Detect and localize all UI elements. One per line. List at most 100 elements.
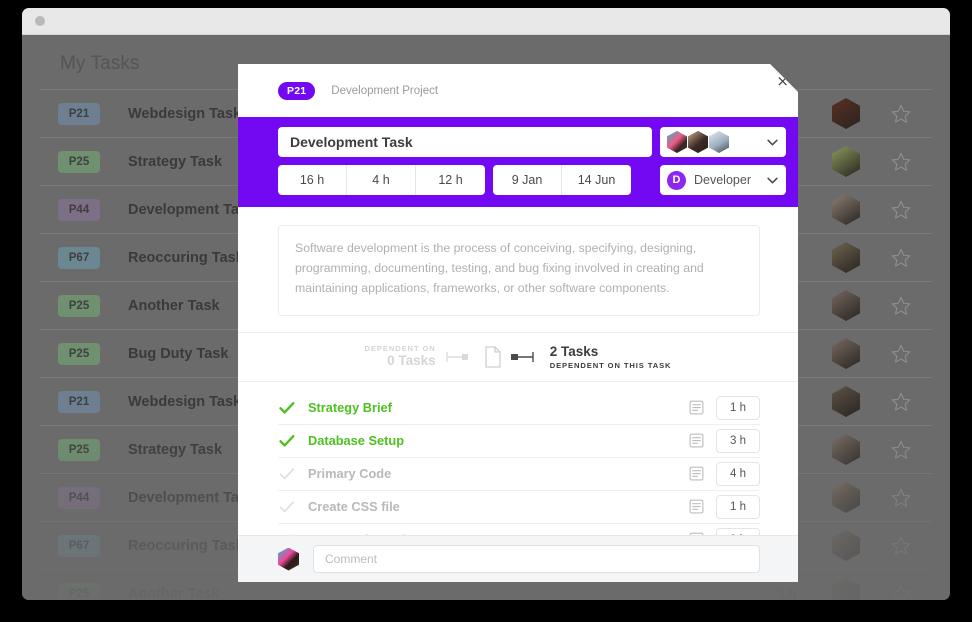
description-text[interactable]: Software development is the process of c… bbox=[278, 225, 760, 316]
status-badge: P44 bbox=[58, 198, 100, 221]
status-badge: P67 bbox=[58, 246, 100, 269]
task-detail-modal: P21 Development Project × Development Ta… bbox=[238, 64, 798, 582]
status-badge: P25 bbox=[58, 438, 100, 461]
dependency-out-icon bbox=[510, 350, 540, 364]
subtask-hours-chip[interactable]: 4 h bbox=[716, 462, 760, 486]
screen: My Tasks P21Webdesign Task2 hP25Strategy… bbox=[0, 0, 972, 622]
star-icon[interactable] bbox=[890, 151, 912, 173]
status-badge: P21 bbox=[58, 102, 100, 125]
project-name: Development Project bbox=[331, 84, 439, 97]
status-badge: P67 bbox=[58, 534, 100, 557]
avatar bbox=[832, 386, 860, 417]
comment-input[interactable] bbox=[313, 545, 760, 573]
dependent-on-caption: DEPENDENT ON bbox=[364, 343, 436, 353]
task-title-row bbox=[278, 127, 786, 157]
subtask-name: Strategy Brief bbox=[308, 400, 392, 416]
dependent-on-this-group: 2 Tasks DEPENDENT ON THIS TASK bbox=[550, 344, 672, 370]
hours-segment[interactable]: 4 h bbox=[347, 165, 416, 195]
star-icon[interactable] bbox=[890, 391, 912, 413]
project-breadcrumb: P21 Development Project bbox=[238, 64, 798, 117]
list-item[interactable]: Database Setup 3 h bbox=[278, 425, 760, 458]
avatar bbox=[832, 194, 860, 225]
status-badge: P25 bbox=[58, 582, 100, 600]
status-badge: P25 bbox=[58, 342, 100, 365]
window-dot[interactable] bbox=[35, 16, 45, 26]
browser-window: My Tasks P21Webdesign Task2 hP25Strategy… bbox=[22, 8, 950, 600]
chevron-down-icon bbox=[767, 139, 778, 146]
status-badge: P25 bbox=[58, 294, 100, 317]
current-user-avatar bbox=[278, 548, 299, 571]
note-icon[interactable] bbox=[689, 433, 704, 448]
task-title-input[interactable] bbox=[278, 127, 652, 157]
avatar bbox=[832, 338, 860, 369]
task-hours: 1 h bbox=[778, 586, 797, 600]
role-label: Developer bbox=[694, 173, 751, 187]
hours-segment[interactable]: 16 h bbox=[278, 165, 347, 195]
dependent-on-group: DEPENDENT ON 0 Tasks bbox=[365, 344, 436, 370]
avatar bbox=[709, 131, 729, 153]
avatar bbox=[832, 530, 860, 561]
status-badge: P21 bbox=[58, 390, 100, 413]
dependent-on-this-count: 2 Tasks bbox=[549, 343, 599, 359]
hours-segment[interactable]: 12 h bbox=[416, 165, 485, 195]
subtask-name: Primary Code bbox=[308, 466, 392, 482]
description-section: Software development is the process of c… bbox=[238, 207, 798, 332]
check-icon[interactable] bbox=[278, 432, 296, 450]
avatar bbox=[667, 131, 687, 153]
role-initial-badge: D bbox=[667, 171, 686, 190]
note-icon[interactable] bbox=[689, 499, 704, 514]
subtask-hours-chip[interactable]: 3 h bbox=[716, 429, 760, 453]
subtask-name: Create CSS file bbox=[308, 499, 400, 515]
status-badge: P44 bbox=[58, 486, 100, 509]
check-icon[interactable] bbox=[278, 399, 296, 417]
star-icon[interactable] bbox=[890, 535, 912, 557]
list-item[interactable]: Primary Code 4 h bbox=[278, 458, 760, 491]
task-header-band: 16 h4 h12 h 9 Jan14 Jun D Developer bbox=[238, 117, 798, 207]
star-icon[interactable] bbox=[890, 247, 912, 269]
list-item[interactable]: Create CSS file 1 h bbox=[278, 491, 760, 524]
subtask-hours-chip[interactable]: 1 h bbox=[716, 396, 760, 420]
avatar bbox=[832, 98, 860, 129]
star-icon[interactable] bbox=[890, 199, 912, 221]
avatar bbox=[832, 242, 860, 273]
star-icon[interactable] bbox=[890, 295, 912, 317]
list-item[interactable]: Strategy Brief 1 h bbox=[278, 392, 760, 425]
subtask-name: Database Setup bbox=[308, 433, 405, 449]
dependency-summary: DEPENDENT ON 0 Tasks 2 Tasks DEPENDENT O… bbox=[238, 332, 798, 382]
dependent-on-this-caption: DEPENDENT ON THIS TASK bbox=[549, 360, 672, 370]
project-badge: P21 bbox=[278, 82, 315, 100]
modal-topbar: P21 Development Project × bbox=[238, 64, 798, 117]
date-segment[interactable]: 14 Jun bbox=[562, 165, 631, 195]
star-icon[interactable] bbox=[890, 487, 912, 509]
star-icon[interactable] bbox=[890, 583, 912, 601]
dependent-on-count: 0 Tasks bbox=[387, 352, 436, 368]
star-icon[interactable] bbox=[890, 103, 912, 125]
document-icon bbox=[484, 346, 502, 368]
status-badge: P25 bbox=[58, 150, 100, 173]
window-titlebar bbox=[22, 8, 950, 35]
avatar bbox=[688, 131, 708, 153]
task-name: Another Task bbox=[128, 585, 220, 601]
dependency-in-icon bbox=[446, 350, 476, 364]
note-icon[interactable] bbox=[689, 466, 704, 481]
star-icon[interactable] bbox=[890, 439, 912, 461]
avatar bbox=[832, 290, 860, 321]
assignee-selector[interactable] bbox=[660, 127, 786, 157]
subtask-hours-chip[interactable]: 1 h bbox=[716, 495, 760, 519]
note-icon[interactable] bbox=[689, 400, 704, 415]
chevron-down-icon bbox=[767, 177, 778, 184]
role-selector[interactable]: D Developer bbox=[660, 165, 786, 195]
check-icon[interactable] bbox=[278, 498, 296, 516]
star-icon[interactable] bbox=[890, 343, 912, 365]
comment-bar bbox=[238, 535, 798, 582]
avatar bbox=[832, 146, 860, 177]
avatar bbox=[832, 434, 860, 465]
task-meta-row: 16 h4 h 12 h 9 Jan 14 Jun D Developer bbox=[278, 165, 786, 195]
check-icon[interactable] bbox=[278, 465, 296, 483]
dates-segmented-control[interactable]: 9 Jan 14 Jun bbox=[493, 165, 631, 195]
avatar bbox=[832, 578, 860, 600]
avatar bbox=[832, 482, 860, 513]
date-segment[interactable]: 9 Jan bbox=[493, 165, 562, 195]
hours-segmented-control[interactable]: 16 h4 h 12 h bbox=[278, 165, 485, 195]
